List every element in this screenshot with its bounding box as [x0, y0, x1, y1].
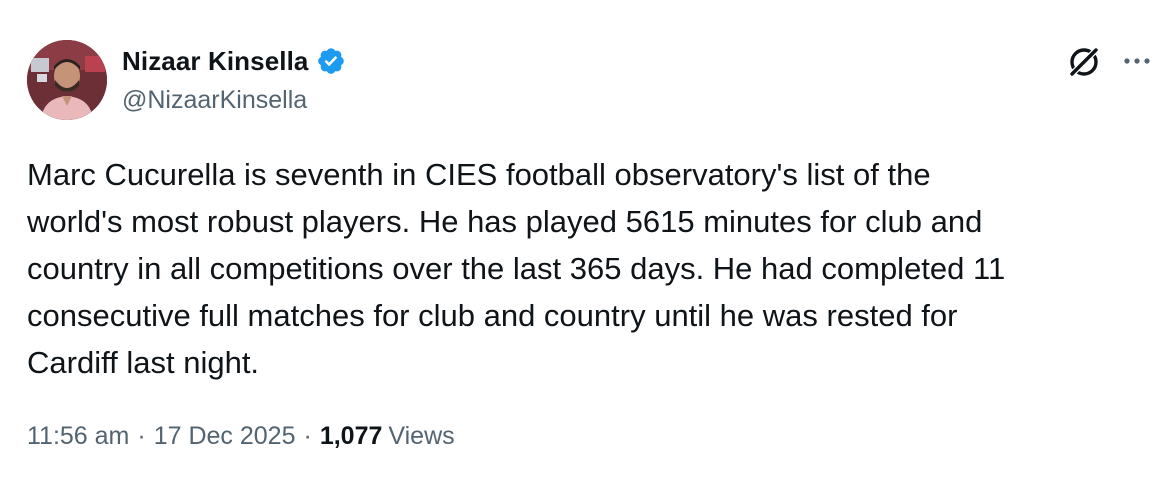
tweet-meta-row: 11:56 am · 17 Dec 2025 · 1,077 Views — [27, 422, 455, 451]
views-count[interactable]: 1,077 — [320, 422, 383, 451]
meta-separator: · — [137, 422, 146, 450]
meta-separator: · — [303, 422, 312, 450]
author-display-name[interactable]: Nizaar Kinsella — [122, 46, 308, 77]
author-handle[interactable]: @NizaarKinsella — [122, 86, 307, 115]
avatar-image — [27, 40, 107, 120]
tweet-text: Marc Cucurella is seventh in CIES footba… — [27, 157, 1006, 380]
grok-icon[interactable] — [1066, 44, 1102, 80]
tweet-date[interactable]: 17 Dec 2025 — [154, 422, 296, 451]
tweet-time[interactable]: 11:56 am — [27, 422, 129, 451]
author-name-row: Nizaar Kinsella — [122, 44, 346, 78]
views-label[interactable]: Views — [388, 422, 454, 451]
more-options-icon[interactable] — [1120, 48, 1154, 74]
avatar[interactable] — [27, 40, 107, 120]
tweet-card: Nizaar Kinsella @NizaarKinsella Marc Cuc… — [0, 0, 1175, 485]
verified-badge-icon[interactable] — [316, 46, 346, 76]
